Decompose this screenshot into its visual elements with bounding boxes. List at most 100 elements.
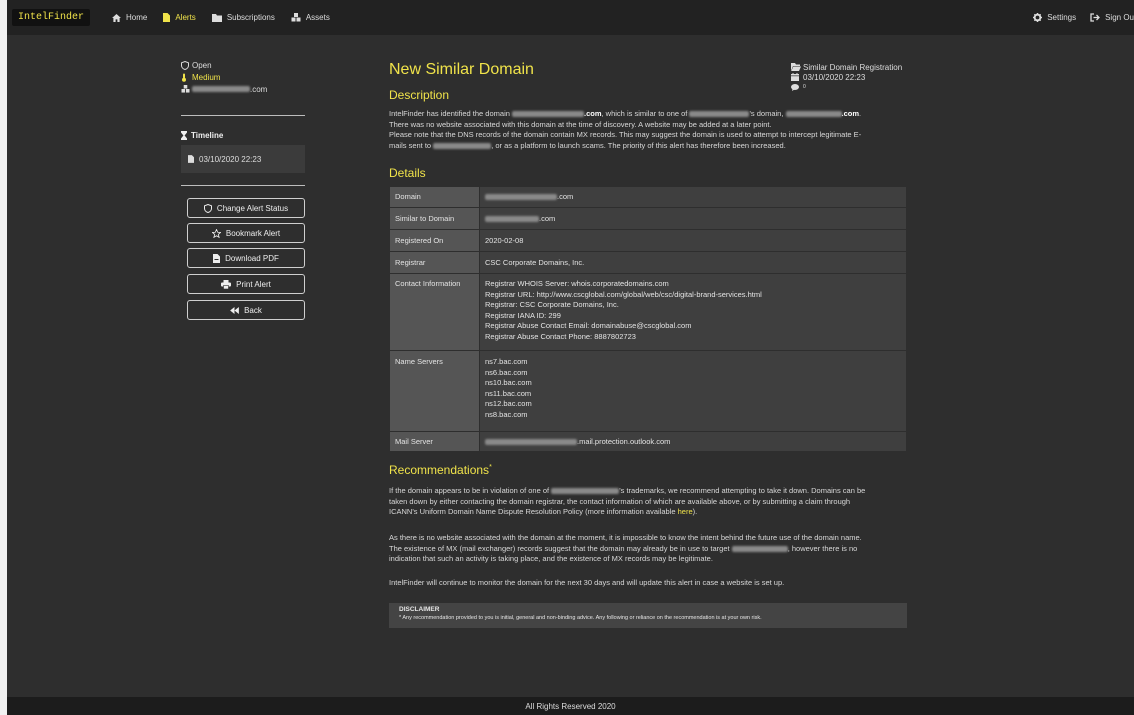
nav-alerts[interactable]: Alerts: [163, 13, 196, 22]
description-s3: 's domain,: [749, 109, 786, 118]
calendar-icon: [791, 73, 803, 81]
redacted-company: [551, 488, 620, 495]
brand-logo[interactable]: IntelFinder: [12, 9, 91, 26]
alert-date-label: 03/10/2020 22:23: [803, 72, 866, 82]
detail-value: .com: [479, 186, 907, 208]
redacted-domain: [785, 111, 842, 118]
redacted-company: [433, 142, 492, 149]
nav-settings[interactable]: Settings: [1033, 13, 1076, 22]
rec-p1b: 's trademarks, we recommend attempting t…: [619, 486, 866, 495]
description-line4b: , or as a platform to launch scams. The …: [491, 140, 786, 150]
recommendations-heading: Recommendations*: [389, 463, 492, 477]
cubes-icon: [181, 85, 192, 93]
footer-text: All Rights Reserved 2020: [525, 701, 616, 711]
nav-home-label: Home: [126, 13, 148, 22]
alert-comments[interactable]: 0: [791, 82, 902, 92]
detail-key: Registered On: [389, 229, 480, 252]
recommendations-p3: IntelFinder will continue to monitor the…: [389, 578, 785, 587]
nav-home[interactable]: Home: [112, 13, 147, 22]
alert-sidebar: Open Medium .com: [181, 59, 297, 95]
detail-key: Similar to Domain: [389, 207, 480, 230]
shield-icon: [203, 203, 212, 213]
description-s2: , which is similar to one of: [601, 109, 690, 118]
description-line3: Please note that the DNS records of the …: [389, 130, 862, 139]
thermometer-icon: [181, 73, 192, 82]
detail-value: Registrar WHOIS Server: whois.corporated…: [479, 273, 907, 351]
description-domain-suffix: .com: [584, 109, 602, 118]
timeline-entry: 03/10/2020 22:23: [181, 145, 305, 173]
contact-line: Registrar WHOIS Server: whois.corporated…: [485, 279, 669, 288]
name-server: ns7.bac.com: [485, 357, 528, 366]
file-icon: [188, 155, 194, 163]
alert-type-label: Similar Domain Registration: [803, 62, 903, 72]
contact-line: Registrar: CSC Corporate Domains, Inc.: [485, 300, 619, 309]
description-line2: There was no website associated with thi…: [389, 119, 772, 129]
detail-value: .com: [479, 207, 907, 230]
table-row: Contact Information Registrar WHOIS Serv…: [389, 273, 907, 351]
table-row: Mail Server .mail.protection.outlook.com: [389, 431, 907, 452]
navbar-right: Settings Sign Ou: [1033, 0, 1134, 35]
detail-mail-suffix: .mail.protection.outlook.com: [577, 437, 671, 446]
detail-key: Name Servers: [389, 350, 480, 432]
name-server: ns8.bac.com: [485, 409, 528, 419]
name-server: ns6.bac.com: [485, 367, 528, 377]
contact-line: Registrar Abuse Contact Phone: 888780272…: [485, 331, 636, 341]
nav-subscriptions-label: Subscriptions: [226, 13, 275, 22]
nav-subscriptions[interactable]: Subscriptions: [211, 13, 275, 22]
page-title: New Similar Domain: [389, 61, 534, 78]
change-alert-status-button[interactable]: Change Alert Status: [187, 198, 305, 218]
download-pdf-label: Download PDF: [225, 253, 279, 263]
folder-icon: [211, 13, 222, 22]
recommendations-title: Recommendations: [389, 463, 490, 477]
print-alert-button[interactable]: Print Alert: [187, 274, 305, 294]
name-server: ns11.bac.com: [485, 388, 532, 398]
rec-p1c: taken down by either contacting the doma…: [389, 496, 851, 506]
disclaimer-title: DISCLAIMER: [399, 606, 440, 613]
rec-p2d: indication that such an activity is taki…: [389, 554, 713, 563]
shield-icon: [181, 60, 192, 70]
rec-p1e: ).: [692, 507, 698, 516]
redacted-company: [731, 545, 788, 552]
details-table: Domain .com Similar to Domain .com Regis…: [389, 186, 907, 452]
print-icon: [221, 279, 232, 289]
file-icon: [163, 13, 171, 22]
gear-icon: [1033, 13, 1043, 22]
redacted-domain: [512, 111, 584, 118]
comment-count: 0: [803, 84, 806, 90]
nav-sign-out-label: Sign Ou: [1105, 13, 1134, 22]
nav-assets[interactable]: Assets: [291, 13, 330, 22]
download-pdf-button[interactable]: Download PDF: [187, 248, 305, 268]
rec-p2b: The existence of MX (mail exchanger) rec…: [389, 543, 732, 553]
table-row: Registrar CSC Corporate Domains, Inc.: [389, 251, 907, 274]
detail-domain-suffix: .com: [557, 192, 574, 201]
alert-meta: Similar Domain Registration 03/10/2020 2…: [791, 62, 902, 92]
home-icon: [112, 13, 121, 22]
details-heading: Details: [389, 166, 426, 180]
rec-p2a: As there is no website associated with t…: [389, 533, 862, 542]
alert-severity-label: Medium: [192, 72, 221, 82]
top-navbar: IntelFinder Home Alerts Subscriptions As…: [7, 0, 1134, 35]
udrp-link[interactable]: here: [678, 507, 693, 516]
rec-p1d: ICANN's Uniform Domain Name Dispute Reso…: [389, 507, 678, 516]
nav-sign-out[interactable]: Sign Ou: [1090, 13, 1134, 22]
detail-value: CSC Corporate Domains, Inc.: [479, 251, 907, 274]
redacted-company: [689, 111, 750, 118]
pdf-file-icon: [213, 253, 221, 263]
detail-value: .mail.protection.outlook.com: [479, 431, 907, 452]
back-button[interactable]: Back: [187, 300, 305, 320]
sign-out-icon: [1090, 13, 1101, 22]
alert-type: Similar Domain Registration: [791, 62, 902, 72]
table-row: Name Servers ns7.bac.com ns6.bac.com ns1…: [389, 350, 907, 432]
redacted-asset: [192, 86, 250, 92]
bookmark-alert-label: Bookmark Alert: [225, 228, 281, 238]
redacted-domain: [485, 194, 557, 201]
sidebar-divider: [181, 185, 305, 186]
detail-value: 2020-02-08: [479, 229, 907, 252]
alert-asset[interactable]: .com: [181, 83, 297, 95]
sidebar-divider: [181, 115, 305, 116]
contact-line: Registrar IANA ID: 299: [485, 310, 561, 320]
folder-open-icon: [791, 63, 803, 71]
comment-icon: [791, 83, 803, 91]
alert-severity: Medium: [181, 71, 297, 83]
bookmark-alert-button[interactable]: Bookmark Alert: [187, 223, 305, 243]
